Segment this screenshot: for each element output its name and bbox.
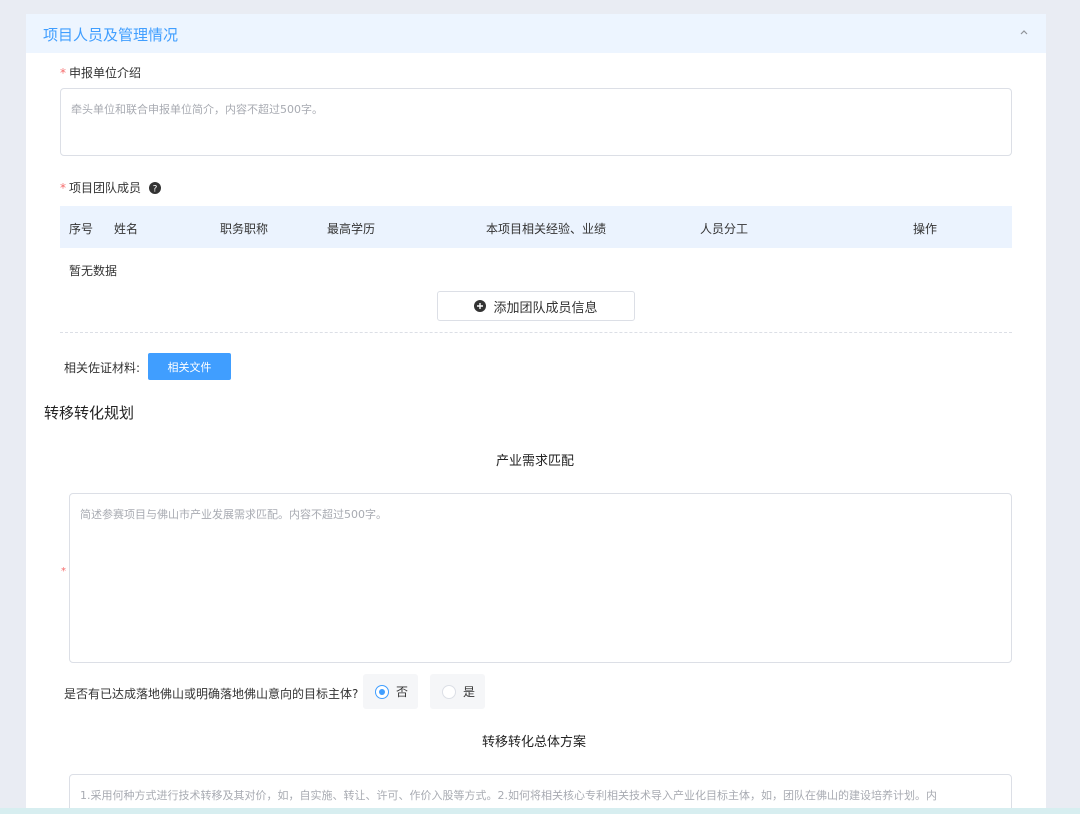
th-title: 职务职称 [220, 222, 269, 236]
plus-circle-icon [474, 300, 487, 312]
industry-title: 产业需求匹配 [496, 454, 575, 469]
th-experience: 本项目相关经验、业绩 [486, 222, 607, 236]
chevron-up-icon[interactable] [1018, 26, 1030, 38]
add-member-button[interactable]: 添加团队成员信息 [437, 291, 635, 321]
transfer-section-title: 转移转化规划 [44, 404, 135, 422]
required-mark: * [60, 181, 66, 195]
empty-text: 暂无数据 [69, 264, 118, 278]
plan-placeholder: 1.采用何种方式进行技术转移及其对价，如，自实施、转让、许可、作价入股等方式。2… [80, 789, 937, 802]
required-mark: * [61, 566, 66, 577]
th-role: 人员分工 [700, 222, 749, 236]
radio-yes-label: 是 [463, 685, 476, 699]
intro-textarea[interactable]: 牵头单位和联合申报单位简介，内容不超过500字。 [60, 88, 1012, 156]
plan-title: 转移转化总体方案 [482, 735, 587, 750]
evidence-label: 相关佐证材料: [64, 361, 141, 375]
th-education: 最高学历 [327, 222, 376, 236]
radio-no-label: 否 [396, 685, 409, 699]
related-files-button[interactable]: 相关文件 [148, 353, 231, 380]
intro-placeholder: 牵头单位和联合申报单位简介，内容不超过500字。 [71, 103, 323, 116]
intro-label: * 申报单位介绍 [60, 66, 142, 80]
radio-yes-circle[interactable] [442, 684, 456, 699]
bottom-bar [0, 808, 1080, 814]
th-name: 姓名 [114, 222, 139, 236]
target-question: 是否有已达成落地佛山或明确落地佛山意向的目标主体? [64, 687, 359, 701]
industry-textarea[interactable]: 简述参赛项目与佛山市产业发展需求匹配。内容不超过500字。 [69, 493, 1012, 663]
divider [60, 332, 1012, 333]
section-title: 项目人员及管理情况 [43, 26, 179, 44]
add-member-label: 添加团队成员信息 [493, 300, 598, 316]
main-card: 项目人员及管理情况 * 申报单位介绍 牵头单位和联合申报单位简介，内容不超过500… [26, 14, 1046, 814]
required-mark: * [60, 66, 66, 80]
th-index: 序号 [69, 222, 94, 236]
svg-text:?: ? [152, 184, 157, 194]
radio-no-circle[interactable] [375, 684, 389, 699]
th-action: 操作 [913, 222, 938, 236]
team-label: * 项目团队成员 ? [60, 179, 161, 196]
section-header[interactable]: 项目人员及管理情况 [26, 14, 1046, 53]
radio-yes[interactable]: 是 [430, 674, 485, 709]
team-table-header: 序号 姓名 职务职称 最高学历 本项目相关经验、业绩 人员分工 操作 [60, 206, 1012, 248]
question-circle-icon[interactable]: ? [148, 182, 161, 194]
industry-placeholder: 简述参赛项目与佛山市产业发展需求匹配。内容不超过500字。 [80, 508, 387, 521]
radio-no[interactable]: 否 [363, 674, 418, 709]
